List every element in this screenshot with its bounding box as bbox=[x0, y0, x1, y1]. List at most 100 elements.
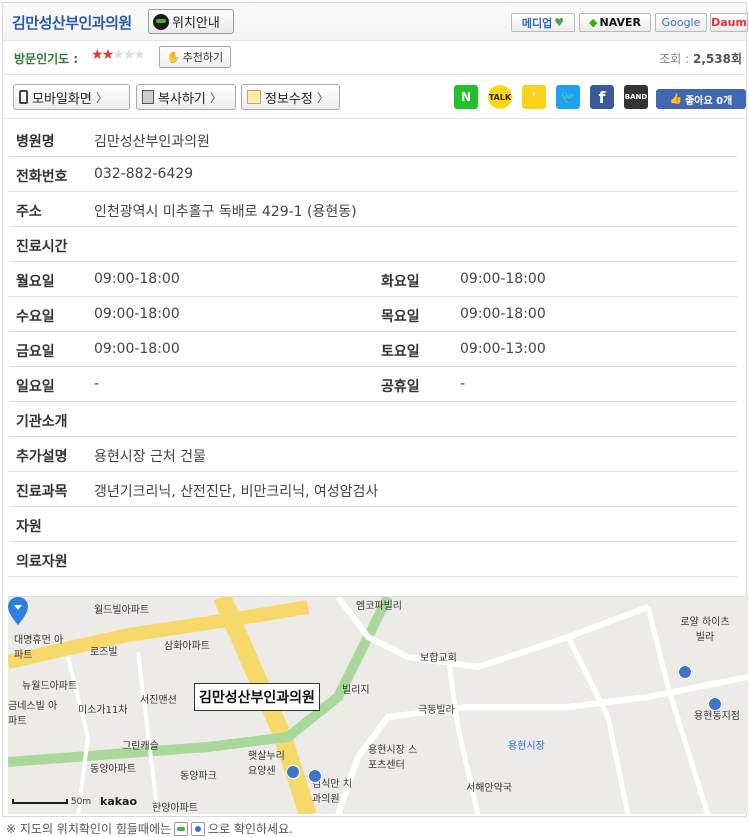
table-row: 자원 bbox=[9, 507, 737, 542]
hours-value: 09:00-18:00 bbox=[460, 306, 546, 322]
naver-link[interactable]: ◆ NAVER bbox=[579, 13, 651, 32]
map-marker-icon[interactable] bbox=[8, 597, 28, 625]
map-label: 로얄 하이츠빌라 bbox=[680, 617, 730, 643]
bus-stop-icon[interactable] bbox=[708, 697, 722, 711]
map-label: 빌리지 bbox=[342, 685, 370, 696]
day-label: 수요일 bbox=[16, 309, 55, 325]
day-label: 목요일 bbox=[381, 309, 420, 325]
location-icon bbox=[191, 821, 206, 836]
google-label: Google bbox=[661, 16, 701, 29]
departments-value: 갱년기크리닉, 산전진단, 비만크리닉, 여성암검사 bbox=[94, 484, 379, 500]
map-label: 서해안약국 bbox=[466, 783, 512, 794]
thumb-like-icon: 👍 bbox=[669, 93, 683, 105]
day-label: 화요일 bbox=[381, 274, 420, 290]
map-label: 햇살누리 요양센 bbox=[248, 751, 285, 777]
day-label: 금요일 bbox=[16, 344, 55, 360]
table-row: 추가설명 용현시장 근처 건물 bbox=[9, 437, 737, 472]
map-callout: 김만성산부인과의원 bbox=[194, 683, 320, 711]
hours-value: - bbox=[460, 376, 466, 392]
copy-button[interactable]: 복사하기 〉 bbox=[136, 84, 236, 110]
map-label: 극동빌라 bbox=[418, 705, 455, 716]
table-row: 주소 인천광역시 미추홀구 독배로 429-1 (용현동) bbox=[9, 192, 737, 227]
header-bar: 김만성산부인과의원 위치안내 메디업 ♥ ◆ NAVER Google Daum bbox=[3, 3, 748, 41]
map-label: 동양파크 bbox=[180, 771, 217, 782]
map-label: 보합교회 bbox=[420, 653, 457, 664]
map-label: 미소가11차 bbox=[78, 705, 128, 716]
phone-value[interactable]: 032-882-6429 bbox=[94, 166, 193, 182]
recommend-label: 추천하기 bbox=[182, 51, 224, 64]
table-row: 병원명 김만성산부인과의원 bbox=[9, 122, 737, 157]
map-label: 금네스빌 아파트 bbox=[8, 701, 58, 727]
notepad-icon bbox=[247, 90, 261, 104]
actions-row: 모바일화면 〉 복사하기 〉 정보수정 〉 N TALK ❜ 🐦 f BAND 👍 좋… bbox=[3, 75, 746, 119]
daum-link[interactable]: Daum bbox=[710, 13, 748, 32]
location-button[interactable]: 위치안내 bbox=[148, 9, 234, 34]
popularity-stars: ★★★★★ bbox=[91, 47, 146, 63]
map-label: 뉴월드아파트 bbox=[22, 681, 78, 692]
hours-value: 09:00-13:00 bbox=[460, 341, 546, 357]
map-label: 서진맨션 bbox=[140, 695, 177, 706]
info-table: 병원명 김만성산부인과의원 전화번호 032-882-6429 주소 인천광역시… bbox=[9, 122, 737, 577]
medi-up-link[interactable]: 메디업 ♥ bbox=[511, 13, 575, 32]
google-link[interactable]: Google bbox=[655, 13, 707, 32]
popularity-label: 방문인기도 : bbox=[14, 52, 79, 66]
medi-up-label: 메디업 bbox=[521, 16, 553, 30]
mobile-icon bbox=[19, 90, 28, 104]
map-label: 로즈빌 bbox=[90, 647, 118, 658]
field-label: 병원명 bbox=[16, 134, 55, 150]
map-label: 엠코파빌리 bbox=[356, 601, 402, 612]
hours-row: 일요일 - 공휴일 - bbox=[9, 367, 737, 402]
location-map[interactable]: 월드빌아파트 대명휴먼 아파트 로즈빌 삼화아파트 뉴월드아파트 서진맨션 미소… bbox=[8, 596, 748, 814]
twitter-share-icon[interactable]: 🐦 bbox=[556, 85, 580, 109]
like-count-label: 좋아요 0개 bbox=[685, 95, 733, 107]
map-scale: 50m bbox=[12, 797, 91, 807]
field-label: 기관소개 bbox=[16, 414, 68, 430]
footer-note: ※ 지도의 위치확인이 힘들때에는 으로 확인하세요. bbox=[6, 820, 293, 837]
field-label: 진료과목 bbox=[16, 484, 68, 500]
hours-value: 09:00-18:00 bbox=[94, 306, 180, 322]
facebook-share-icon[interactable]: f bbox=[590, 85, 614, 109]
table-row: 진료과목 갱년기크리닉, 산전진단, 비만크리닉, 여성암검사 bbox=[9, 472, 737, 507]
daum-label: Daum bbox=[711, 16, 747, 29]
bus-stop-icon[interactable] bbox=[286, 765, 300, 779]
field-label: 자원 bbox=[16, 519, 42, 535]
day-label: 공휴일 bbox=[381, 379, 420, 395]
page-title: 김만성산부인과의원 bbox=[12, 14, 132, 32]
map-label: 용현시장 스포츠센터 bbox=[368, 745, 418, 771]
field-label: 진료시간 bbox=[16, 239, 68, 255]
thumb-up-icon: ✋ bbox=[166, 50, 181, 64]
facebook-like-button[interactable]: 👍 좋아요 0개 bbox=[656, 89, 746, 109]
kakaotalk-share-icon[interactable]: TALK bbox=[488, 85, 512, 109]
hours-value: 09:00-18:00 bbox=[94, 341, 180, 357]
edit-info-button[interactable]: 정보수정 〉 bbox=[241, 84, 340, 110]
map-label: 월드빌아파트 bbox=[94, 605, 150, 616]
edit-info-label: 정보수정 bbox=[265, 91, 313, 107]
hospital-name-value: 김만성산부인과의원 bbox=[94, 134, 210, 150]
footer-note-pre: ※ 지도의 위치확인이 힘들때에는 bbox=[6, 822, 172, 836]
hours-value: - bbox=[94, 376, 100, 392]
hours-row: 수요일 09:00-18:00 목요일 09:00-18:00 bbox=[9, 297, 737, 332]
recommend-button[interactable]: ✋ 추천하기 bbox=[159, 46, 231, 68]
hours-row: 금요일 09:00-18:00 토요일 09:00-13:00 bbox=[9, 332, 737, 367]
bus-stop-icon[interactable] bbox=[308, 769, 322, 783]
hours-row: 월요일 09:00-18:00 화요일 09:00-18:00 bbox=[9, 262, 737, 297]
copy-icon bbox=[142, 90, 154, 104]
mobile-view-button[interactable]: 모바일화면 〉 bbox=[13, 84, 130, 110]
naver-share-icon[interactable]: N bbox=[454, 85, 478, 109]
band-share-icon[interactable]: BAND bbox=[624, 85, 648, 109]
views-count: 조회 : 2,538회 bbox=[659, 52, 742, 66]
field-label: 의료자원 bbox=[16, 554, 68, 570]
field-label: 추가설명 bbox=[16, 449, 68, 465]
star-filled-icon: ★ bbox=[101, 47, 114, 63]
mobile-view-label: 모바일화면 bbox=[32, 91, 92, 107]
map-label: 한양아파트 bbox=[152, 803, 198, 814]
table-row: 기관소개 bbox=[9, 402, 737, 437]
map-label: 대명휴먼 아파트 bbox=[14, 635, 64, 661]
kakaostory-share-icon[interactable]: ❜ bbox=[522, 85, 546, 109]
map-label: 그린캐슬 bbox=[122, 741, 159, 752]
star-empty-icon: ★ bbox=[133, 47, 145, 63]
kakao-map-logo: kakao bbox=[100, 795, 138, 808]
map-label: 용현시장 bbox=[508, 741, 545, 752]
bus-stop-icon[interactable] bbox=[678, 665, 692, 679]
address-value: 인천광역시 미추홀구 독배로 429-1 (용현동) bbox=[94, 204, 357, 220]
